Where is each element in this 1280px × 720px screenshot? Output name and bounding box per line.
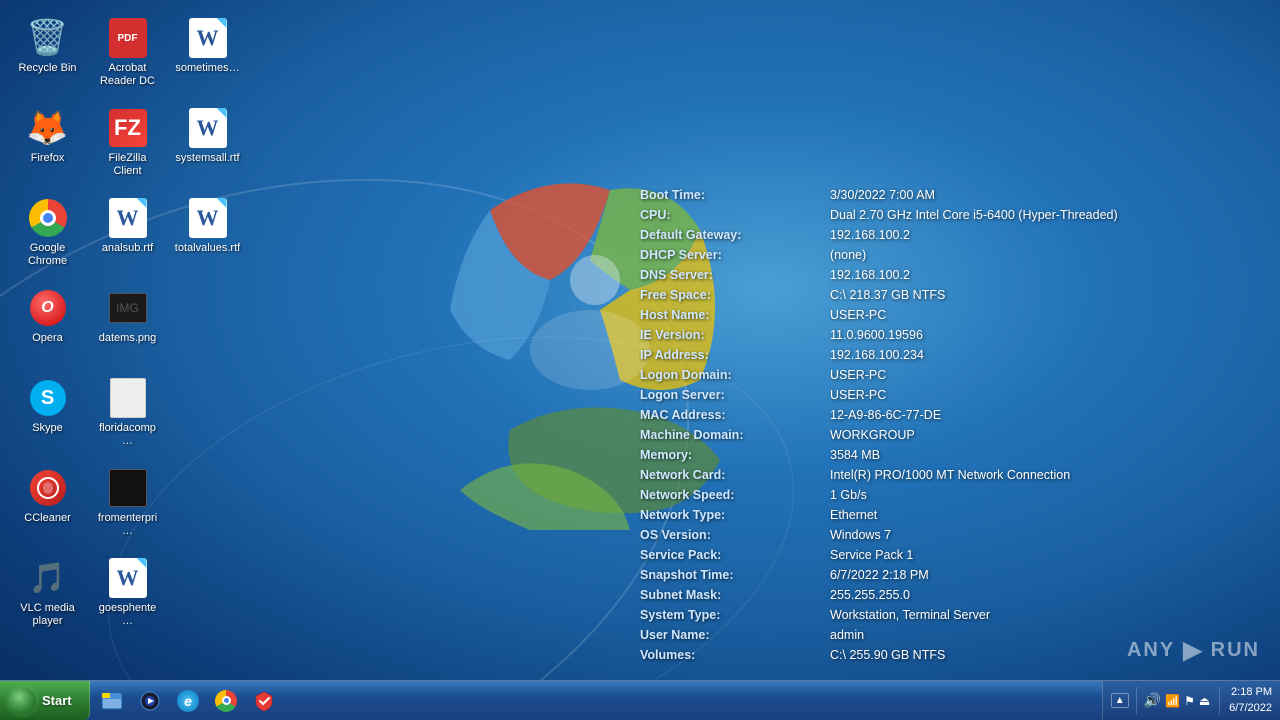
taskbar-chrome[interactable]	[208, 683, 244, 719]
anyrun-watermark: ANY ▶ RUN	[1127, 636, 1260, 665]
start-orb	[8, 687, 36, 715]
desktop-icons-container: 🗑️ Recycle Bin PDF Acrobat Reader DC W s…	[0, 0, 260, 720]
icon-vlc[interactable]: 🎵 VLC media player	[10, 550, 85, 635]
network-icon[interactable]: 📶	[1165, 694, 1180, 708]
anyrun-suffix: RUN	[1211, 639, 1260, 662]
icon-chrome[interactable]: Google Chrome	[10, 190, 85, 275]
icon-floridacomp[interactable]: floridacomp…	[90, 370, 165, 455]
icon-ccleaner[interactable]: CCleaner	[10, 460, 85, 545]
clock-divider	[1219, 687, 1220, 715]
start-label: Start	[42, 693, 72, 708]
icon-goesphente[interactable]: W goesphente…	[90, 550, 165, 635]
icon-analsub[interactable]: W analsub.rtf	[90, 190, 165, 275]
tray-icons: ▲ 🔊 📶 ⚑ ⏏	[1111, 687, 1210, 715]
taskbar-mediaplayer[interactable]	[132, 683, 168, 719]
safely-remove-icon[interactable]: ⏏	[1199, 694, 1210, 708]
icon-skype[interactable]: S Skype	[10, 370, 85, 455]
system-info-panel: Boot Time: 3/30/2022 7:00 AM CPU: Dual 2…	[640, 185, 1118, 665]
action-center-icon[interactable]: ⚑	[1184, 694, 1195, 708]
start-button[interactable]: Start	[0, 681, 90, 720]
icon-totalvalues[interactable]: W totalvalues.rtf	[170, 190, 245, 275]
icon-filezilla[interactable]: FZ FileZilla Client	[90, 100, 165, 185]
icon-recycle-bin[interactable]: 🗑️ Recycle Bin	[10, 10, 85, 95]
anyrun-play-icon: ▶	[1183, 636, 1202, 665]
icon-acrobat[interactable]: PDF Acrobat Reader DC	[90, 10, 165, 95]
icon-firefox[interactable]: 🦊 Firefox	[10, 100, 85, 185]
volume-icon[interactable]: 🔊	[1144, 692, 1161, 709]
taskbar-explorer[interactable]	[94, 683, 130, 719]
tray-expand-icon[interactable]: ▲	[1111, 693, 1129, 708]
icon-systemsall[interactable]: W systemsall.rtf	[170, 100, 245, 185]
icon-fromenterpri[interactable]: fromenterpri…	[90, 460, 165, 545]
taskbar-security[interactable]	[246, 683, 282, 719]
tray-divider	[1136, 687, 1137, 715]
icon-opera[interactable]: O Opera	[10, 280, 85, 365]
icon-sometimes[interactable]: W sometimes…	[170, 10, 245, 95]
taskbar-browser[interactable]: e	[170, 683, 206, 719]
anyrun-text: ANY	[1127, 639, 1175, 662]
system-tray: ▲ 🔊 📶 ⚑ ⏏ 2:18 PM 6/7/2022	[1102, 681, 1280, 720]
icon-datems[interactable]: IMG datems.png	[90, 280, 165, 365]
taskbar-programs: e	[90, 681, 286, 720]
system-clock[interactable]: 2:18 PM 6/7/2022	[1229, 685, 1272, 716]
taskbar: Start e	[0, 680, 1280, 720]
desktop: 🗑️ Recycle Bin PDF Acrobat Reader DC W s…	[0, 0, 1280, 720]
